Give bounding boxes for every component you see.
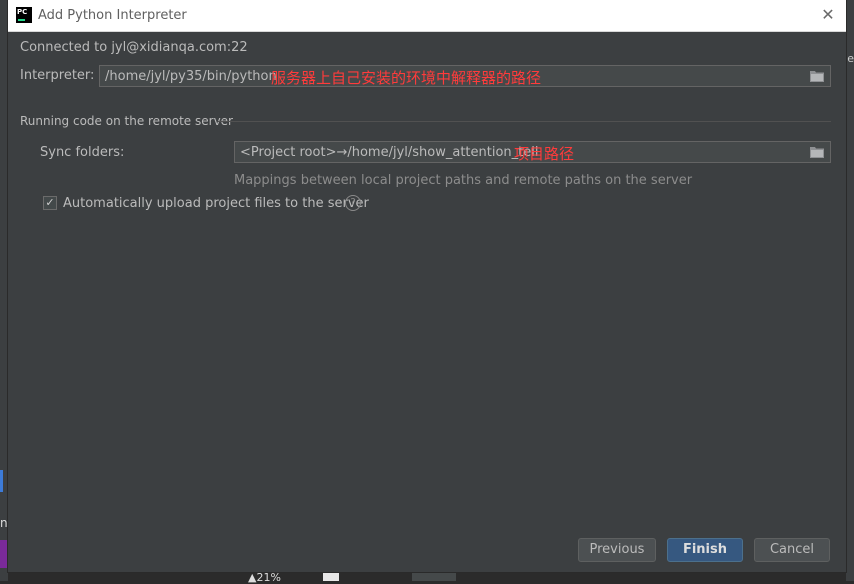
background-ide-marker xyxy=(0,470,3,492)
mapping-hint: Mappings between local project paths and… xyxy=(234,173,693,188)
background-ide-left xyxy=(0,0,8,581)
background-ide-right xyxy=(846,0,854,581)
auto-upload-label[interactable]: Automatically upload project files to th… xyxy=(63,196,369,211)
background-ide-text: e xyxy=(847,52,854,65)
previous-button[interactable]: Previous xyxy=(578,538,656,562)
background-ide-tab xyxy=(412,571,456,581)
section-title: Running code on the remote server xyxy=(20,114,233,128)
sync-folders-annotation: 项目路径 xyxy=(514,145,575,163)
cancel-button[interactable]: Cancel xyxy=(754,538,830,562)
section-divider xyxy=(218,121,831,122)
finish-button[interactable]: Finish xyxy=(667,538,743,562)
background-ide-text: ▲21% xyxy=(248,571,281,584)
folder-icon[interactable] xyxy=(810,146,824,158)
interpreter-label: Interpreter: xyxy=(20,68,95,83)
sync-folders-value: <Project root>→/home/jyl/show_attention_… xyxy=(240,145,539,160)
close-icon[interactable]: ✕ xyxy=(818,5,838,25)
sync-folders-label: Sync folders: xyxy=(40,145,125,160)
sync-folders-field[interactable]: <Project root>→/home/jyl/show_attention_… xyxy=(234,141,831,163)
background-ide-highlight xyxy=(0,540,8,568)
add-python-interpreter-dialog: PC Add Python Interpreter ✕ Connected to… xyxy=(8,0,846,572)
dialog-titlebar[interactable]: PC Add Python Interpreter ✕ xyxy=(8,0,846,32)
connection-status: Connected to jyl@xidianqa.com:22 xyxy=(20,40,248,55)
auto-upload-checkbox[interactable]: ✓ xyxy=(43,196,57,210)
folder-icon[interactable] xyxy=(810,70,824,82)
interpreter-path-value: /home/jyl/py35/bin/python xyxy=(105,69,277,84)
interpreter-annotation: 服务器上自己安装的环境中解释器的路径 xyxy=(271,69,542,87)
background-ide-block xyxy=(323,571,339,581)
background-ide-text: n xyxy=(0,516,8,530)
dialog-title: Add Python Interpreter xyxy=(38,8,187,23)
interpreter-path-field[interactable]: /home/jyl/py35/bin/python 服务器上自己安装的环境中解释… xyxy=(99,65,831,87)
pycharm-app-icon: PC xyxy=(16,7,32,23)
help-icon[interactable]: ? xyxy=(345,195,361,211)
